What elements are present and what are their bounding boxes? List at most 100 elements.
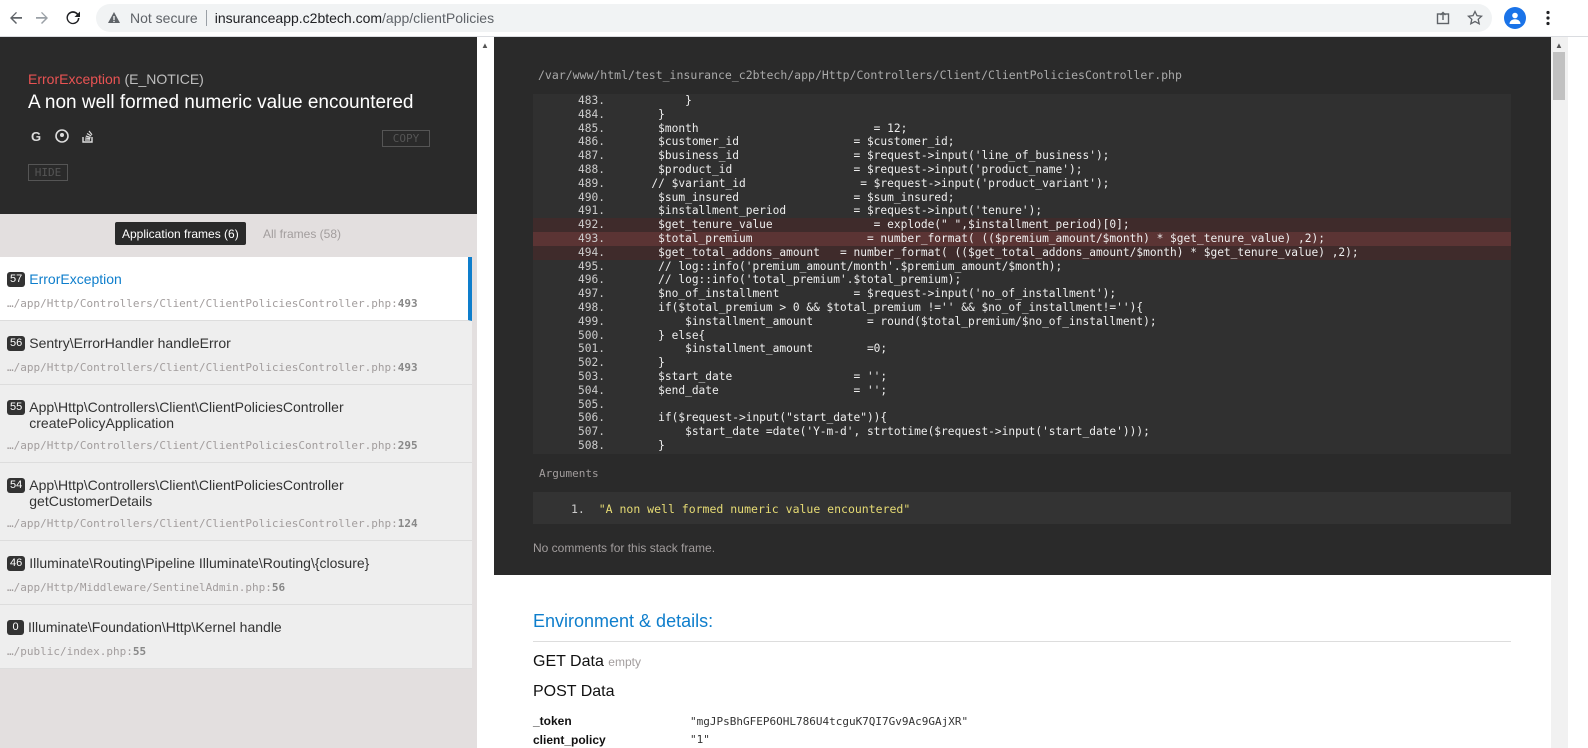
code-line: 504. $end_date = ''; <box>533 384 1511 398</box>
code-line: 491. $installment_period = $request->inp… <box>533 204 1511 218</box>
frame-class: App\Http\Controllers\Client\ClientPolici… <box>29 477 344 493</box>
code-text: if($total_premium > 0 && $total_premium … <box>611 300 1144 314</box>
code-line: 500. } else{ <box>533 329 1511 343</box>
code-line: 489. // $variant_id = $request->input('p… <box>533 177 1511 191</box>
back-icon[interactable] <box>4 6 28 30</box>
code-line: 506. if($request->input("start_date")){ <box>533 411 1511 425</box>
frame-class: Sentry\ErrorHandler handleError <box>29 335 231 351</box>
frame-path: …/app/Http/Controllers/Client/ClientPoli… <box>7 297 418 310</box>
line-number: 488. <box>578 162 605 176</box>
stackoverflow-search-icon[interactable] <box>80 128 96 144</box>
frame-number: 54 <box>7 478 26 493</box>
duckduckgo-search-icon[interactable] <box>54 128 70 144</box>
frame-title: Illuminate\Routing\Pipeline Illuminate\R… <box>29 555 369 571</box>
code-text: $sum_insured = $sum_insured; <box>611 190 955 204</box>
stack-frame[interactable]: 0 Illuminate\Foundation\Http\Kernel handl… <box>0 605 472 669</box>
line-number: 508. <box>578 438 605 452</box>
page-scroll-up-icon[interactable]: ▲ <box>1555 41 1563 50</box>
code-line: 487. $business_id = $request->input('lin… <box>533 149 1511 163</box>
line-number: 504. <box>578 383 605 397</box>
google-search-icon[interactable]: G <box>28 128 44 144</box>
frame-filter: Application frames (6) All frames (58) <box>0 214 477 257</box>
post-value: "mgJPsBhGFEP6OHL786U4tcguK7QI7Gv9Ac9GAjX… <box>690 715 969 728</box>
frame-header: 57 ErrorException <box>7 271 460 289</box>
frame-number: 55 <box>7 400 26 415</box>
code-line: 507. $start_date =date('Y-m-d', strtotim… <box>533 425 1511 439</box>
get-data-label: GET Data <box>533 653 604 670</box>
code-line: 484. } <box>533 108 1511 122</box>
exception-message: A non well formed numeric value encounte… <box>28 92 414 113</box>
bookmark-star-icon[interactable] <box>1466 9 1484 27</box>
code-line: 495. // log::info('premium_amount/month'… <box>533 260 1511 274</box>
get-data-empty: empty <box>608 655 641 669</box>
code-text: // $variant_id = $request->input('produc… <box>611 176 1110 190</box>
url-path: /app/clientPolicies <box>382 10 495 26</box>
argument-item: 1. "A non well formed numeric value enco… <box>571 502 911 516</box>
arguments-list: 1. "A non well formed numeric value enco… <box>533 492 1511 524</box>
exception-class: ErrorException (E_NOTICE) <box>28 71 204 87</box>
security-label[interactable]: Not secure <box>130 10 198 26</box>
share-icon[interactable] <box>1434 9 1452 27</box>
line-number: 483. <box>578 94 605 107</box>
stack-frame[interactable]: 54 App\Http\Controllers\Client\ClientPoli… <box>0 463 472 541</box>
code-text: $month = 12; <box>611 121 908 135</box>
code-line: 494. $get_total_addons_amount = number_f… <box>533 245 1511 260</box>
stack-frame[interactable]: 57 ErrorException …/app/Http/Controllers/C… <box>0 257 472 321</box>
code-text: } <box>611 107 665 121</box>
line-number: 500. <box>578 328 605 342</box>
frame-number: 0 <box>7 620 24 635</box>
address-bar[interactable]: Not secure insuranceapp.c2btech.com/app/… <box>96 4 1492 32</box>
frame-number: 56 <box>7 336 26 351</box>
application-frames-tab[interactable]: Application frames (6) <box>115 222 246 245</box>
code-line: 497. $no_of_installment = $request->inpu… <box>533 287 1511 301</box>
left-scroll-up-icon[interactable]: ▲ <box>481 41 489 50</box>
stack-frame[interactable]: 55 App\Http\Controllers\Client\ClientPoli… <box>0 385 472 463</box>
line-number: 495. <box>578 259 605 273</box>
profile-avatar-icon[interactable] <box>1504 7 1526 29</box>
panel-splitter[interactable] <box>477 37 494 748</box>
stack-panel: ErrorException (E_NOTICE) A non well for… <box>0 37 477 748</box>
code-line: 486. $customer_id = $customer_id; <box>533 135 1511 149</box>
code-line: 501. $installment_amount =0; <box>533 342 1511 356</box>
copy-button[interactable]: COPY <box>382 130 430 147</box>
forward-icon[interactable] <box>30 6 54 30</box>
post-key: client_policy <box>533 733 606 747</box>
frame-header: 56 Sentry\ErrorHandler handleError <box>7 335 464 353</box>
frame-details: /var/www/html/test_insurance_c2btech/app… <box>494 37 1551 575</box>
stack-frame[interactable]: 46 Illuminate\Routing\Pipeline Illuminate… <box>0 541 472 605</box>
frame-class: ErrorException <box>29 271 122 287</box>
code-text: // log::info('premium_amount/month'.$pre… <box>611 259 1063 273</box>
line-number: 496. <box>578 273 605 287</box>
post-value: "1" <box>690 733 710 746</box>
exception-class-name: ErrorException <box>28 71 121 87</box>
url-host: insuranceapp.c2btech.com <box>214 10 383 26</box>
browser-menu-icon[interactable] <box>1538 8 1558 28</box>
page-scrollbar[interactable] <box>1551 37 1568 748</box>
line-number: 507. <box>578 425 605 439</box>
code-line: 508. } <box>533 439 1511 453</box>
page-scrollbar-thumb[interactable] <box>1553 52 1565 100</box>
comments-text: No comments for this stack frame. <box>533 541 716 555</box>
line-number: 497. <box>578 287 605 301</box>
frame-number: 46 <box>7 556 26 571</box>
environment-title: Environment & details: <box>533 611 714 631</box>
frame-path: …/app/Http/Controllers/Client/ClientPoli… <box>7 517 418 530</box>
address-separator <box>205 10 207 26</box>
code-text: $get_tenure_value = explode(" ",$install… <box>611 218 1130 232</box>
frame-file: …/app/Http/Middleware/SentinelAdmin.php <box>7 581 266 594</box>
code-text: } else{ <box>611 328 706 342</box>
reload-icon[interactable] <box>61 6 85 30</box>
line-number: 492. <box>578 218 605 232</box>
code-line: 499. $installment_amount = round($total_… <box>533 315 1511 329</box>
frame-header: 46 Illuminate\Routing\Pipeline Illuminate… <box>7 555 464 573</box>
line-number: 501. <box>578 342 605 356</box>
line-number: 505. <box>578 397 605 411</box>
code-text: } <box>611 438 665 452</box>
line-number: 484. <box>578 107 605 121</box>
all-frames-tab[interactable]: All frames (58) <box>263 222 341 245</box>
stack-frame[interactable]: 56 Sentry\ErrorHandler handleError …/app/H… <box>0 321 472 385</box>
code-line: 485. $month = 12; <box>533 122 1511 136</box>
hide-button[interactable]: HIDE <box>28 164 68 181</box>
line-number: 503. <box>578 369 605 383</box>
frame-file: …/app/Http/Controllers/Client/ClientPoli… <box>7 361 392 374</box>
